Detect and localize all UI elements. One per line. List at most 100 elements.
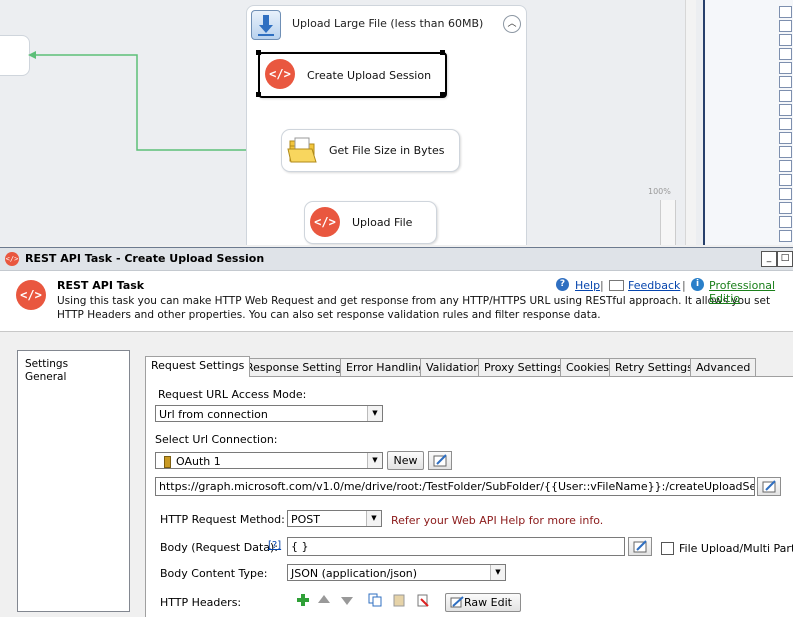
minimize-button[interactable]: _ [761,251,777,267]
toolbox-item-icon[interactable] [779,174,792,186]
file-upload-checkbox[interactable] [661,542,674,555]
toolbox-item-icon[interactable] [779,62,792,74]
folder-icon [287,135,317,165]
access-mode-value: Url from connection [159,408,268,421]
paste-icon[interactable] [392,593,406,607]
toolbox-item-icon[interactable] [779,146,792,158]
raw-edit-button[interactable]: Raw Edit [445,593,521,612]
chevron-down-icon[interactable]: ▼ [367,406,382,421]
dialog-titlebar[interactable]: </> REST API Task - Create Upload Sessio… [0,248,793,271]
new-connection-button[interactable]: New [387,451,424,470]
file-upload-label: File Upload/Multi Part [679,542,793,555]
copy-icon[interactable] [368,593,382,607]
task-label: Upload File [352,216,413,229]
move-up-icon[interactable] [317,593,331,607]
chevron-down-icon[interactable]: ▼ [367,453,382,468]
selection-handle[interactable] [440,50,445,55]
rest-api-task-dialog: </> REST API Task - Create Upload Sessio… [0,247,793,617]
toolbox-item-icon[interactable] [779,160,792,172]
method-select[interactable]: POST ▼ [287,510,382,527]
dialog-title: REST API Task - Create Upload Session [25,252,265,265]
chevron-up-icon[interactable]: ︿ [503,15,521,33]
method-value: POST [291,513,320,526]
headers-label: HTTP Headers: [160,596,242,609]
tree-item-general[interactable]: General [25,371,66,383]
toolbox-item-icon[interactable] [779,90,792,102]
header-description: Using this task you can make HTTP Web Re… [57,295,771,321]
body-label: Body (Request Data): [160,541,278,554]
toolbox-item-icon[interactable] [779,6,792,18]
code-brackets-icon: </> [16,280,46,310]
edit-body-icon[interactable] [628,537,652,556]
content-type-value: JSON (application/json) [291,567,418,580]
toolbox-panel [703,0,793,245]
url-connection-label: Select Url Connection: [155,433,278,446]
feedback-link[interactable]: Feedback [628,279,680,292]
toolbox-item-icon[interactable] [779,76,792,88]
toolbox-item-icon[interactable] [779,230,792,242]
container-title: Upload Large File (less than 60MB) [292,17,484,30]
tab-validation[interactable]: Validation [420,358,487,376]
edit-url-icon[interactable] [757,477,781,496]
settings-tree[interactable]: Settings General [17,350,130,612]
code-brackets-icon: </> [310,207,340,237]
toolbox-item-icon[interactable] [779,48,792,60]
task-get-file-size[interactable]: Get File Size in Bytes [281,129,460,172]
selection-handle[interactable] [256,92,261,97]
toolbox-item-icon[interactable] [779,34,792,46]
separator: | [600,279,604,292]
body-input[interactable]: { } [287,537,625,556]
tab-cookies[interactable]: Cookies [560,358,616,376]
toolbox-item-icon[interactable] [779,132,792,144]
zoom-label: 100% [648,187,671,196]
method-label: HTTP Request Method: [160,513,285,526]
access-mode-label: Request URL Access Mode: [158,388,307,401]
selection-handle[interactable] [440,92,445,97]
tab-advanced[interactable]: Advanced [690,358,757,376]
zoom-slider[interactable] [660,200,676,245]
info-icon[interactable]: i [691,278,704,291]
header-title: REST API Task [57,279,145,292]
add-header-icon[interactable] [296,593,310,607]
code-brackets-icon: </> [5,252,19,266]
toolbox-item-icon[interactable] [779,202,792,214]
body-help-link[interactable]: [?] [268,540,281,551]
restore-button[interactable]: □ [777,251,793,267]
tab-proxy-settings[interactable]: Proxy Settings [478,358,569,376]
vertical-scrollbar[interactable] [685,0,696,245]
toolbox-item-icon[interactable] [779,118,792,130]
tab-retry-settings[interactable]: Retry Settings [609,358,699,376]
delete-icon[interactable] [416,593,430,607]
code-brackets-icon: </> [265,59,295,89]
tree-item-settings[interactable]: Settings [25,358,68,370]
selection-handle[interactable] [256,50,261,55]
mail-icon[interactable] [609,280,624,291]
url-connection-select[interactable]: OAuth 1 ▼ [155,452,383,469]
tab-error-handling[interactable]: Error Handling [340,358,432,376]
task-create-upload-session[interactable]: </> Create Upload Session [258,52,447,98]
dialog-header: </> REST API Task Using this task you ca… [0,271,793,332]
designer-canvas[interactable]: Upload Large File (less than 60MB) ︿ </>… [0,0,793,245]
raw-edit-label: Raw Edit [464,596,512,609]
edition-link[interactable]: Professional Editio [709,279,793,305]
request-url-input[interactable]: https://graph.microsoft.com/v1.0/me/driv… [155,477,755,496]
toolbox-item-icon[interactable] [779,188,792,200]
toolbox-item-icon[interactable] [779,20,792,32]
toolbox-item-icon[interactable] [779,104,792,116]
separator: | [682,279,686,292]
help-link[interactable]: Help [575,279,600,292]
task-label: Create Upload Session [307,68,432,82]
access-mode-select[interactable]: Url from connection ▼ [155,405,383,422]
edit-connection-icon[interactable] [428,451,452,470]
chevron-down-icon[interactable]: ▼ [366,511,381,526]
tab-request-settings[interactable]: Request Settings [145,356,251,377]
help-icon[interactable]: ? [556,278,569,291]
task-upload-file[interactable]: </> Upload File [304,201,437,244]
content-type-label: Body Content Type: [160,567,268,580]
task-label: Get File Size in Bytes [329,144,445,157]
chevron-down-icon[interactable]: ▼ [490,565,505,580]
content-type-select[interactable]: JSON (application/json) ▼ [287,564,506,581]
tab-response-settings[interactable]: Response Settings [240,358,354,376]
toolbox-item-icon[interactable] [779,216,792,228]
move-down-icon[interactable] [340,593,354,607]
